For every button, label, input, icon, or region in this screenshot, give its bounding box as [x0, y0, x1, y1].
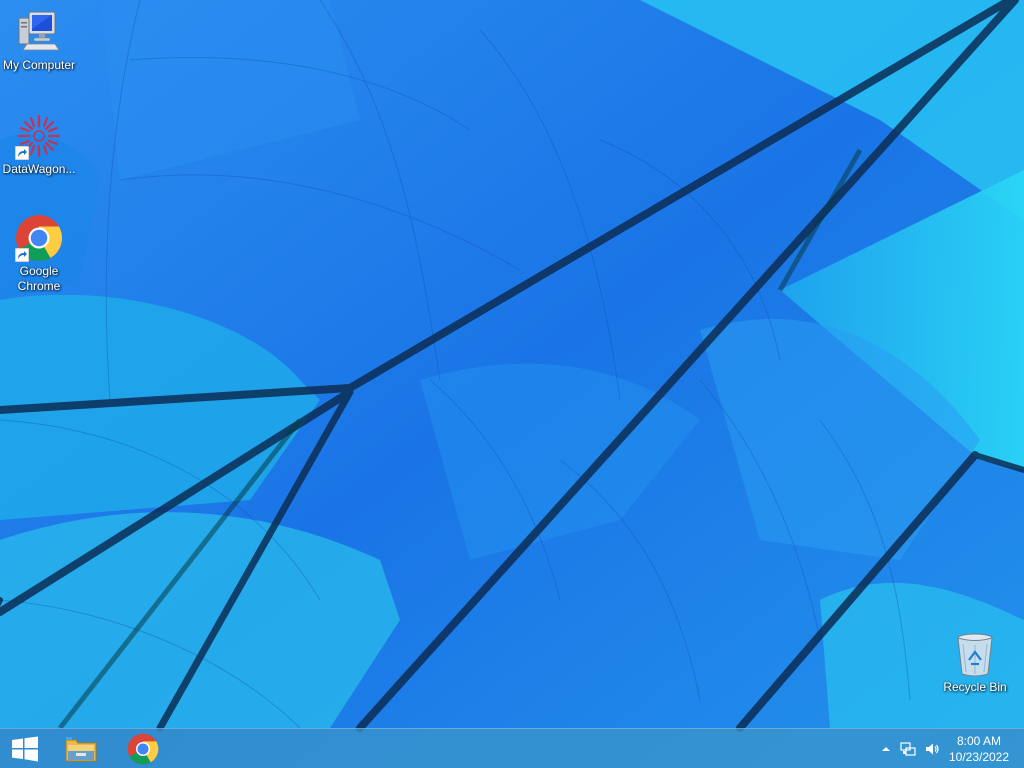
chrome-icon: [15, 214, 63, 262]
desktop-icon-datawagon[interactable]: DataWagon...: [0, 112, 78, 177]
desktop-icon-label: DataWagon...: [2, 162, 76, 176]
start-button[interactable]: [0, 729, 50, 768]
chrome-icon: [127, 733, 159, 765]
recycle-bin-icon: [951, 630, 999, 678]
wallpaper: [0, 0, 1024, 768]
datawagon-icon: [15, 112, 63, 160]
file-explorer-icon: [65, 737, 97, 762]
clock-time: 8:00 AM: [956, 734, 1002, 748]
clock-date: 10/23/2022: [948, 750, 1010, 764]
desktop-icon-google-chrome[interactable]: Google Chrome: [0, 214, 78, 294]
speaker-icon[interactable]: [924, 741, 940, 757]
desktop-icon-recycle-bin[interactable]: Recycle Bin: [936, 630, 1014, 695]
taskbar-chrome-button[interactable]: [118, 729, 168, 768]
computer-icon: [15, 8, 63, 56]
windows-logo-icon: [12, 736, 38, 762]
taskbar-file-explorer-button[interactable]: [56, 729, 106, 768]
desktop-icon-label: My Computer: [2, 58, 76, 72]
system-tray: 8:00 AM 10/23/2022: [864, 729, 1024, 768]
desktop-icon-label: Recycle Bin: [943, 680, 1007, 694]
shortcut-arrow-icon: [15, 248, 29, 262]
network-icon[interactable]: [900, 741, 916, 757]
desktop-icon-label: Google Chrome: [17, 264, 61, 293]
shortcut-arrow-icon: [15, 146, 29, 160]
chevron-up-icon[interactable]: [878, 741, 894, 757]
taskbar: 8:00 AM 10/23/2022: [0, 728, 1024, 768]
desktop-icon-my-computer[interactable]: My Computer: [0, 8, 78, 73]
desktop[interactable]: My Computer DataWagon... Google Chrome R…: [0, 0, 1024, 768]
clock[interactable]: 8:00 AM 10/23/2022: [944, 733, 1014, 765]
